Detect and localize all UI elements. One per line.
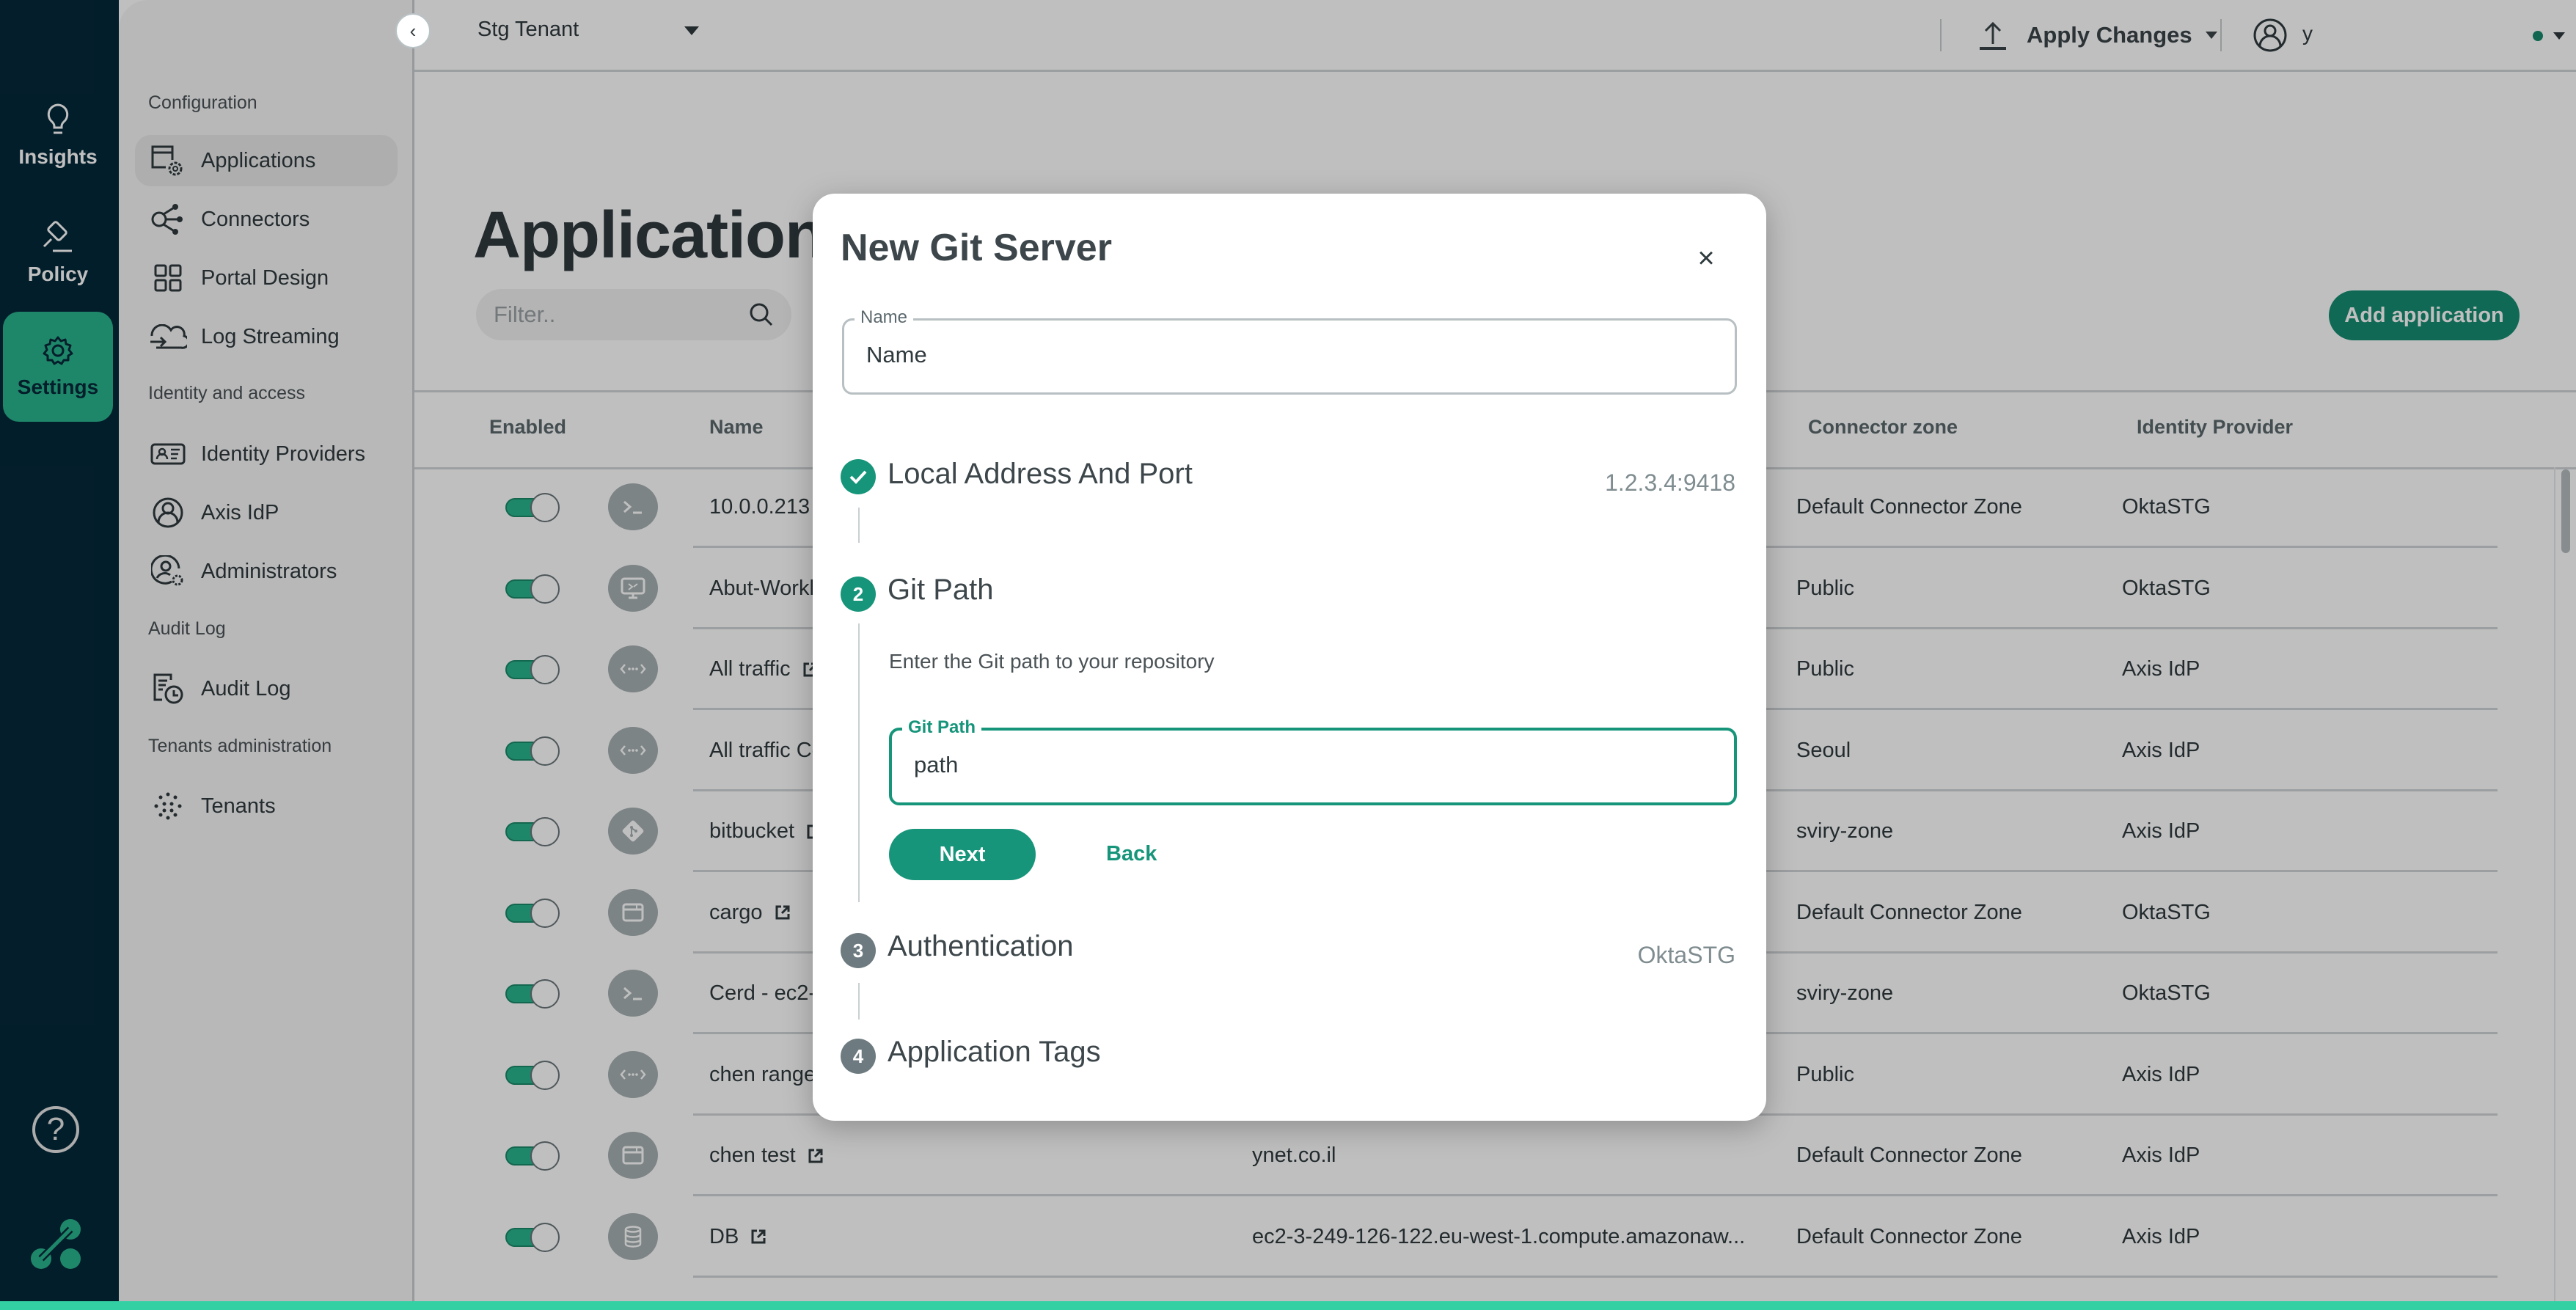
step-connector-line <box>858 623 860 902</box>
new-git-server-dialog: New Git Server × Name Local Address And … <box>813 194 1766 1121</box>
step-1-value: 1.2.3.4:9418 <box>1605 469 1735 496</box>
bottom-accent-bar <box>0 1301 2576 1310</box>
step-2-title[interactable]: Git Path <box>888 574 994 607</box>
step-1-title[interactable]: Local Address And Port <box>888 458 1193 491</box>
step-2-badge: 2 <box>841 577 876 612</box>
git-path-field-label: Git Path <box>902 717 982 738</box>
close-icon[interactable]: × <box>1691 242 1721 274</box>
git-path-input[interactable] <box>912 751 1674 779</box>
name-field[interactable]: Name <box>842 307 1737 395</box>
step-3-badge: 3 <box>841 933 876 968</box>
step-3-value: OktaSTG <box>1637 942 1735 968</box>
step-4-badge: 4 <box>841 1039 876 1074</box>
back-button[interactable]: Back <box>1106 842 1157 866</box>
dialog-title: New Git Server <box>841 227 1112 269</box>
chevron-left-icon: ‹ <box>409 19 417 42</box>
git-path-description: Enter the Git path to your repository <box>889 650 1215 673</box>
step-connector-line <box>858 983 860 1020</box>
name-field-label: Name <box>855 307 914 328</box>
git-path-field[interactable]: Git Path <box>889 717 1737 805</box>
step-1-check-icon <box>841 459 876 494</box>
collapse-sidebar-button[interactable]: ‹ <box>395 13 431 48</box>
name-input[interactable] <box>865 341 1669 369</box>
step-4-title[interactable]: Application Tags <box>888 1036 1101 1069</box>
step-3-title[interactable]: Authentication <box>888 930 1074 963</box>
app-root: Insights Policy Settings ? Configuration… <box>0 0 2576 1310</box>
next-button[interactable]: Next <box>889 829 1036 880</box>
step-connector-line <box>858 508 860 543</box>
